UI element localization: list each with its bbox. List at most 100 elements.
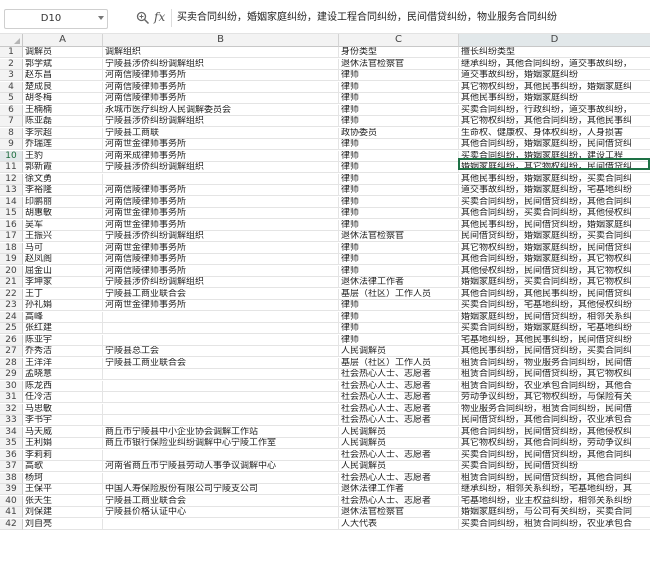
cell-a[interactable]: 陈亚磊 <box>23 116 103 127</box>
cell-d[interactable]: 租赁合同纠纷，物业服务合同纠纷，民间借 <box>459 358 650 369</box>
cell-c[interactable]: 律师 <box>339 219 459 231</box>
cell-c[interactable]: 律师 <box>339 208 459 219</box>
cell-c[interactable]: 基层（社区）工作人员 <box>339 288 459 300</box>
row-number[interactable]: 28 <box>0 357 23 369</box>
cell-a[interactable]: 调解员 <box>23 47 103 58</box>
cell-d[interactable]: 婚姻家庭纠纷，其它物权纠纷，民间借贷纠 <box>459 162 650 173</box>
cell-c[interactable]: 退休法官检察官 <box>339 58 459 70</box>
cell-b[interactable]: 宁陵县工商业联合会 <box>103 288 339 300</box>
cell-d[interactable]: 买卖合同纠纷，民间借贷纠纷，其他合同纠 <box>459 197 650 208</box>
cell-c[interactable]: 政协委员 <box>339 127 459 139</box>
row-number[interactable]: 19 <box>0 254 23 265</box>
cell-d[interactable]: 擅长纠纷类型 <box>459 47 650 58</box>
cell-c[interactable]: 律师 <box>339 139 459 150</box>
cell-d[interactable]: 继承纠纷，其他合同纠纷，道交事故纠纷， <box>459 59 650 70</box>
cell-d[interactable]: 婚姻家庭纠纷，与公司有关纠纷，买卖合同 <box>459 507 650 518</box>
cell-d[interactable]: 其他合同纠纷，婚姻家庭纠纷，民间借贷纠 <box>459 139 650 150</box>
cell-b[interactable]: 河南世金律师事务所 <box>103 139 339 150</box>
cell-c[interactable]: 律师 <box>339 173 459 185</box>
cell-a[interactable]: 杨珂 <box>23 472 103 484</box>
column-header-b[interactable]: B <box>103 34 339 47</box>
cell-c[interactable]: 律师 <box>339 323 459 334</box>
row-number[interactable]: 32 <box>0 403 23 415</box>
cell-a[interactable]: 乔瑞莲 <box>23 139 103 150</box>
row-number[interactable]: 11 <box>0 162 23 173</box>
cell-a[interactable]: 刘保建 <box>23 507 103 518</box>
cell-a[interactable]: 马天威 <box>23 426 103 438</box>
row-number[interactable]: 27 <box>0 346 23 357</box>
cell-c[interactable]: 社会热心人士、志愿者 <box>339 369 459 380</box>
cell-a[interactable]: 张天生 <box>23 495 103 507</box>
cell-a[interactable]: 孙礼娟 <box>23 300 103 311</box>
cell-a[interactable]: 王楠楠 <box>23 104 103 116</box>
cell-d[interactable]: 宅基地纠纷，业主权益纠纷，相邻关系纠纷 <box>459 496 650 507</box>
cell-a[interactable]: 王豹 <box>23 150 103 162</box>
cell-a[interactable]: 楚成良 <box>23 81 103 93</box>
cell-d[interactable]: 其他侵权纠纷，民间借贷纠纷，其它物权纠 <box>459 266 650 277</box>
cell-c[interactable]: 律师 <box>339 150 459 162</box>
cell-b[interactable]: 河南世金律师事务所 <box>103 219 339 231</box>
cell-c[interactable]: 律师 <box>339 265 459 277</box>
row-number[interactable]: 37 <box>0 461 23 472</box>
cell-b[interactable] <box>103 380 339 392</box>
cell-c[interactable]: 人大代表 <box>339 518 459 530</box>
cell-b[interactable] <box>103 415 339 426</box>
cell-b[interactable] <box>103 334 339 346</box>
cell-c[interactable]: 社会热心人士、志愿者 <box>339 449 459 461</box>
cell-d[interactable]: 买卖合同纠纷，行政纠纷，道交事故纠纷， <box>459 105 650 116</box>
cell-b[interactable]: 宁陵县涉侨纠纷调解组织 <box>103 231 339 242</box>
name-box[interactable]: D10 <box>4 9 108 29</box>
row-number[interactable]: 34 <box>0 426 23 438</box>
cell-c[interactable]: 人民调解员 <box>339 426 459 438</box>
row-number[interactable]: 3 <box>0 70 23 81</box>
cell-a[interactable]: 印鹏丽 <box>23 196 103 208</box>
cell-c[interactable]: 人民调解员 <box>339 461 459 472</box>
cell-c[interactable]: 身份类型 <box>339 47 459 58</box>
cell-b[interactable]: 河南信陵律师事务所 <box>103 93 339 104</box>
row-number[interactable]: 14 <box>0 196 23 208</box>
row-number[interactable]: 42 <box>0 518 23 530</box>
cell-b[interactable]: 商丘市宁陵县中小企业协会调解工作站 <box>103 426 339 438</box>
cell-a[interactable]: 赵东昌 <box>23 70 103 81</box>
cell-c[interactable]: 律师 <box>339 162 459 173</box>
row-number[interactable]: 2 <box>0 58 23 70</box>
row-number[interactable]: 15 <box>0 208 23 219</box>
cell-d[interactable]: 买卖合同纠纷，婚姻家庭纠纷，建设工程 <box>459 151 650 162</box>
cell-b[interactable]: 宁陵县工商联 <box>103 127 339 139</box>
cell-a[interactable]: 李裕隆 <box>23 185 103 196</box>
cell-c[interactable]: 基层（社区）工作人员 <box>339 357 459 369</box>
cell-a[interactable]: 刘自亮 <box>23 518 103 530</box>
cell-d[interactable]: 其它物权纠纷，其他合同纠纷，其他民事纠 <box>459 116 650 127</box>
cell-c[interactable]: 社会热心人士、志愿者 <box>339 392 459 403</box>
cell-a[interactable]: 王振兴 <box>23 231 103 242</box>
row-number[interactable]: 20 <box>0 265 23 277</box>
cell-b[interactable]: 河南信陵律师事务所 <box>103 265 339 277</box>
cell-a[interactable]: 马可 <box>23 242 103 254</box>
cell-c[interactable]: 律师 <box>339 116 459 127</box>
cell-d[interactable]: 其它物权纠纷，婚姻家庭纠纷，民间借贷纠 <box>459 243 650 254</box>
cell-d[interactable]: 买卖合同纠纷，宅基地纠纷，其他侵权纠纷 <box>459 300 650 311</box>
column-header-a[interactable]: A <box>23 34 103 47</box>
cell-a[interactable]: 高歌 <box>23 461 103 472</box>
cell-b[interactable]: 河南信陵律师事务所 <box>103 254 339 265</box>
cell-a[interactable]: 徐文勇 <box>23 173 103 185</box>
cell-d[interactable]: 其它物权纠纷，其他民事纠纷，婚姻家庭纠 <box>459 82 650 93</box>
cell-b[interactable]: 河南省商丘市宁陵县劳动人事争议调解中心 <box>103 461 339 472</box>
row-number[interactable]: 25 <box>0 323 23 334</box>
cell-b[interactable]: 河南世金律师事务所 <box>103 300 339 311</box>
cell-c[interactable]: 律师 <box>339 311 459 323</box>
cell-c[interactable]: 社会热心人士、志愿者 <box>339 380 459 392</box>
cell-a[interactable]: 王利娟 <box>23 438 103 449</box>
cell-a[interactable]: 李莉莉 <box>23 449 103 461</box>
cell-b[interactable]: 商丘市银行保险业纠纷调解中心宁陵工作室 <box>103 438 339 449</box>
cell-d[interactable]: 其它物权纠纷，其他合同纠纷，劳动争议纠 <box>459 438 650 449</box>
row-number[interactable]: 31 <box>0 392 23 403</box>
cell-b[interactable]: 河南信陵律师事务所 <box>103 185 339 196</box>
cell-d[interactable]: 租赁合同纠纷，民间借贷纠纷，其他合同纠 <box>459 473 650 484</box>
spreadsheet-grid[interactable]: A B C D 1 调解员 调解组织 身份类型 擅长纠纷类型 2 郭学斌 宁陵县涉侨纠纷调解组… <box>0 34 650 564</box>
cell-b[interactable] <box>103 311 339 323</box>
column-header-c[interactable]: C <box>339 34 459 47</box>
row-number[interactable]: 9 <box>0 139 23 150</box>
cell-d[interactable]: 买卖合同纠纷，民间借贷纠纷，其他合同纠 <box>459 450 650 461</box>
cell-a[interactable]: 李书宇 <box>23 415 103 426</box>
